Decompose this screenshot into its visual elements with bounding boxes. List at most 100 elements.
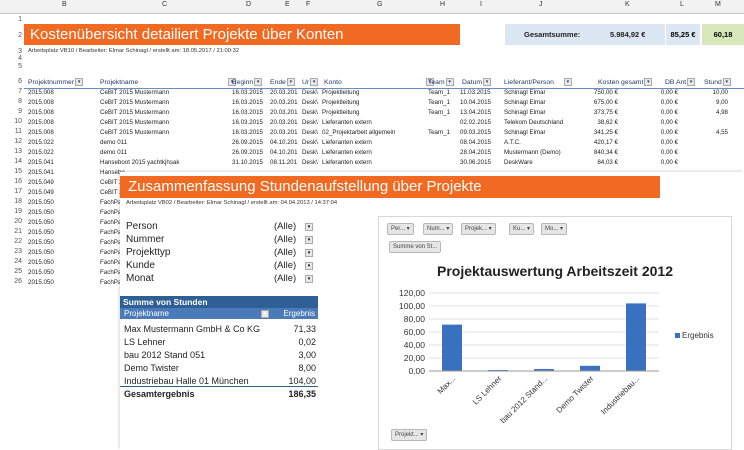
table-cell[interactable]: DeskWare: [504, 159, 533, 166]
header-db-ant[interactable]: DB Ant ▾: [665, 78, 696, 86]
table-cell[interactable]: 0,00 €: [640, 149, 678, 156]
table-cell[interactable]: 2015.050: [28, 209, 54, 216]
column-header-i[interactable]: I: [480, 1, 482, 8]
header-projektname[interactable]: Projektname ▾: [100, 78, 237, 86]
table-cell[interactable]: FachPa: [100, 209, 121, 216]
table-cell[interactable]: Schinagl Elmar: [504, 129, 546, 136]
column-header-e[interactable]: E: [285, 1, 290, 8]
table-cell[interactable]: 675,00 €: [580, 99, 618, 106]
table-cell[interactable]: 16.03.2015: [232, 119, 263, 126]
chart-filter-projekttyp[interactable]: Projek... ▾: [461, 223, 496, 235]
row-number[interactable]: 20: [0, 218, 22, 225]
table-cell[interactable]: Desk\: [302, 109, 318, 116]
table-cell[interactable]: CeBIT 2015 Mustermann: [100, 129, 169, 136]
table-cell[interactable]: Lieferanten extern: [322, 139, 372, 146]
filter-dropdown-icon[interactable]: ▾: [644, 78, 653, 86]
table-cell[interactable]: 0,00 €: [640, 139, 678, 146]
table-cell[interactable]: FachPa: [100, 249, 121, 256]
row-number[interactable]: 13: [0, 148, 22, 155]
row-number[interactable]: 21: [0, 228, 22, 235]
table-cell[interactable]: Projektleitung: [322, 109, 360, 116]
table-cell[interactable]: 16.03.2015: [232, 89, 263, 96]
pivot-chart[interactable]: Per... ▾ Num... ▾ Projek... ▾ Ku... ▾ Mo…: [378, 216, 732, 450]
table-cell[interactable]: 2015.050: [28, 279, 54, 286]
row-number[interactable]: 14: [0, 158, 22, 165]
table-cell[interactable]: 38,62 €: [580, 119, 618, 126]
table-cell[interactable]: FachPa: [100, 239, 121, 246]
table-cell[interactable]: FachPa: [100, 279, 121, 286]
table-cell[interactable]: 02.02.2015: [460, 119, 491, 126]
filter-dropdown-icon[interactable]: ▾: [310, 78, 319, 86]
header-kosten[interactable]: Kosten gesamt ▾: [598, 78, 653, 86]
table-cell[interactable]: 0,00 €: [640, 89, 678, 96]
chart-value-field-button[interactable]: Summe von St...: [389, 241, 442, 253]
chart-bar[interactable]: [626, 303, 646, 371]
table-cell[interactable]: 840,34 €: [580, 149, 618, 156]
filter-dropdown-icon[interactable]: ▾: [75, 78, 84, 86]
row-number[interactable]: 24: [0, 258, 22, 265]
filter-dropdown-icon[interactable]: ▾: [305, 223, 313, 231]
row-number[interactable]: 7: [0, 88, 22, 95]
row-number[interactable]: 23: [0, 248, 22, 255]
pivot-filter-dropdown-icon[interactable]: ▾: [261, 310, 269, 318]
filter-dropdown-icon[interactable]: ▾: [563, 78, 572, 86]
header-datum[interactable]: Datum ▾: [462, 78, 492, 86]
header-stunden[interactable]: Stund ▾: [704, 78, 731, 86]
table-cell[interactable]: 08.11.201: [270, 159, 297, 166]
table-cell[interactable]: 20.03.201: [270, 99, 298, 106]
table-cell[interactable]: Desk\: [302, 149, 318, 156]
table-cell[interactable]: 2015.008: [28, 109, 54, 116]
table-cell[interactable]: 16.03.2015: [232, 109, 263, 116]
table-cell[interactable]: Team_1: [428, 129, 450, 136]
table-cell[interactable]: 4,98: [690, 109, 728, 116]
table-cell[interactable]: Team_1: [428, 109, 450, 116]
header-team[interactable]: Team ▾: [428, 78, 454, 86]
chart-bar[interactable]: [580, 365, 600, 371]
table-cell[interactable]: 750,00 €: [580, 89, 618, 96]
table-cell[interactable]: 20.03.201: [270, 109, 298, 116]
column-header-b[interactable]: B: [62, 1, 67, 8]
table-cell[interactable]: Schinagl Elmar: [504, 89, 546, 96]
header-ende[interactable]: Ende ▾: [270, 78, 295, 86]
table-cell[interactable]: 2015.049: [28, 189, 54, 196]
table-cell[interactable]: 2015.050: [28, 239, 54, 246]
table-cell[interactable]: Desk\: [302, 139, 318, 146]
row-number[interactable]: 26: [0, 278, 22, 285]
table-cell[interactable]: 26.09.2015: [232, 139, 263, 146]
table-cell[interactable]: Schinagl Elmar: [504, 99, 546, 106]
table-cell[interactable]: 2015.041: [28, 169, 54, 176]
table-cell[interactable]: 20.03.201: [270, 119, 298, 126]
header-konto[interactable]: Konto ▾: [324, 78, 434, 86]
table-cell[interactable]: Desk\: [302, 89, 318, 96]
table-cell[interactable]: Projektleitung: [322, 99, 360, 106]
table-cell[interactable]: 02_Projektarbeit allgemein: [322, 129, 395, 136]
table-cell[interactable]: CeBIT 2015 Mustermann: [100, 109, 169, 116]
header-lieferant[interactable]: Lieferant/Person ▾: [504, 78, 572, 86]
table-cell[interactable]: 31.10.2015: [232, 159, 263, 166]
row-number[interactable]: 15: [0, 168, 22, 175]
table-cell[interactable]: Projektleitung: [322, 89, 360, 96]
table-cell[interactable]: 2015.008: [28, 119, 54, 126]
table-cell[interactable]: FachPa: [100, 199, 121, 206]
table-cell[interactable]: Team_1: [428, 99, 450, 106]
chart-filter-kunde[interactable]: Ku... ▾: [509, 223, 535, 235]
table-cell[interactable]: Schinagl Elmar: [504, 109, 546, 116]
table-cell[interactable]: CeBIT 2015 Mustermann: [100, 99, 169, 106]
row-number[interactable]: 1: [0, 16, 22, 23]
pivot-row[interactable]: LS Lehner 0,02: [124, 337, 318, 349]
table-cell[interactable]: 420,17 €: [580, 139, 618, 146]
pivot-row[interactable]: Demo Twister 8,00: [124, 363, 318, 375]
table-cell[interactable]: FachPa: [100, 219, 121, 226]
filter-dropdown-icon[interactable]: ▾: [722, 78, 731, 86]
chart-filter-person[interactable]: Per... ▾: [387, 223, 414, 235]
table-cell[interactable]: 2015.050: [28, 249, 54, 256]
table-cell[interactable]: 2015.050: [28, 219, 54, 226]
column-header-j[interactable]: J: [539, 1, 543, 8]
row-number[interactable]: 8: [0, 98, 22, 105]
table-cell[interactable]: 30.06.2015: [460, 159, 491, 166]
column-header-d[interactable]: D: [246, 1, 251, 8]
table-cell[interactable]: Lieferanten extern: [322, 159, 372, 166]
header-projektnummer[interactable]: Projektnummer ▾: [28, 78, 84, 86]
table-cell[interactable]: 09.03.2015: [460, 129, 491, 136]
column-header-c[interactable]: C: [162, 1, 167, 8]
